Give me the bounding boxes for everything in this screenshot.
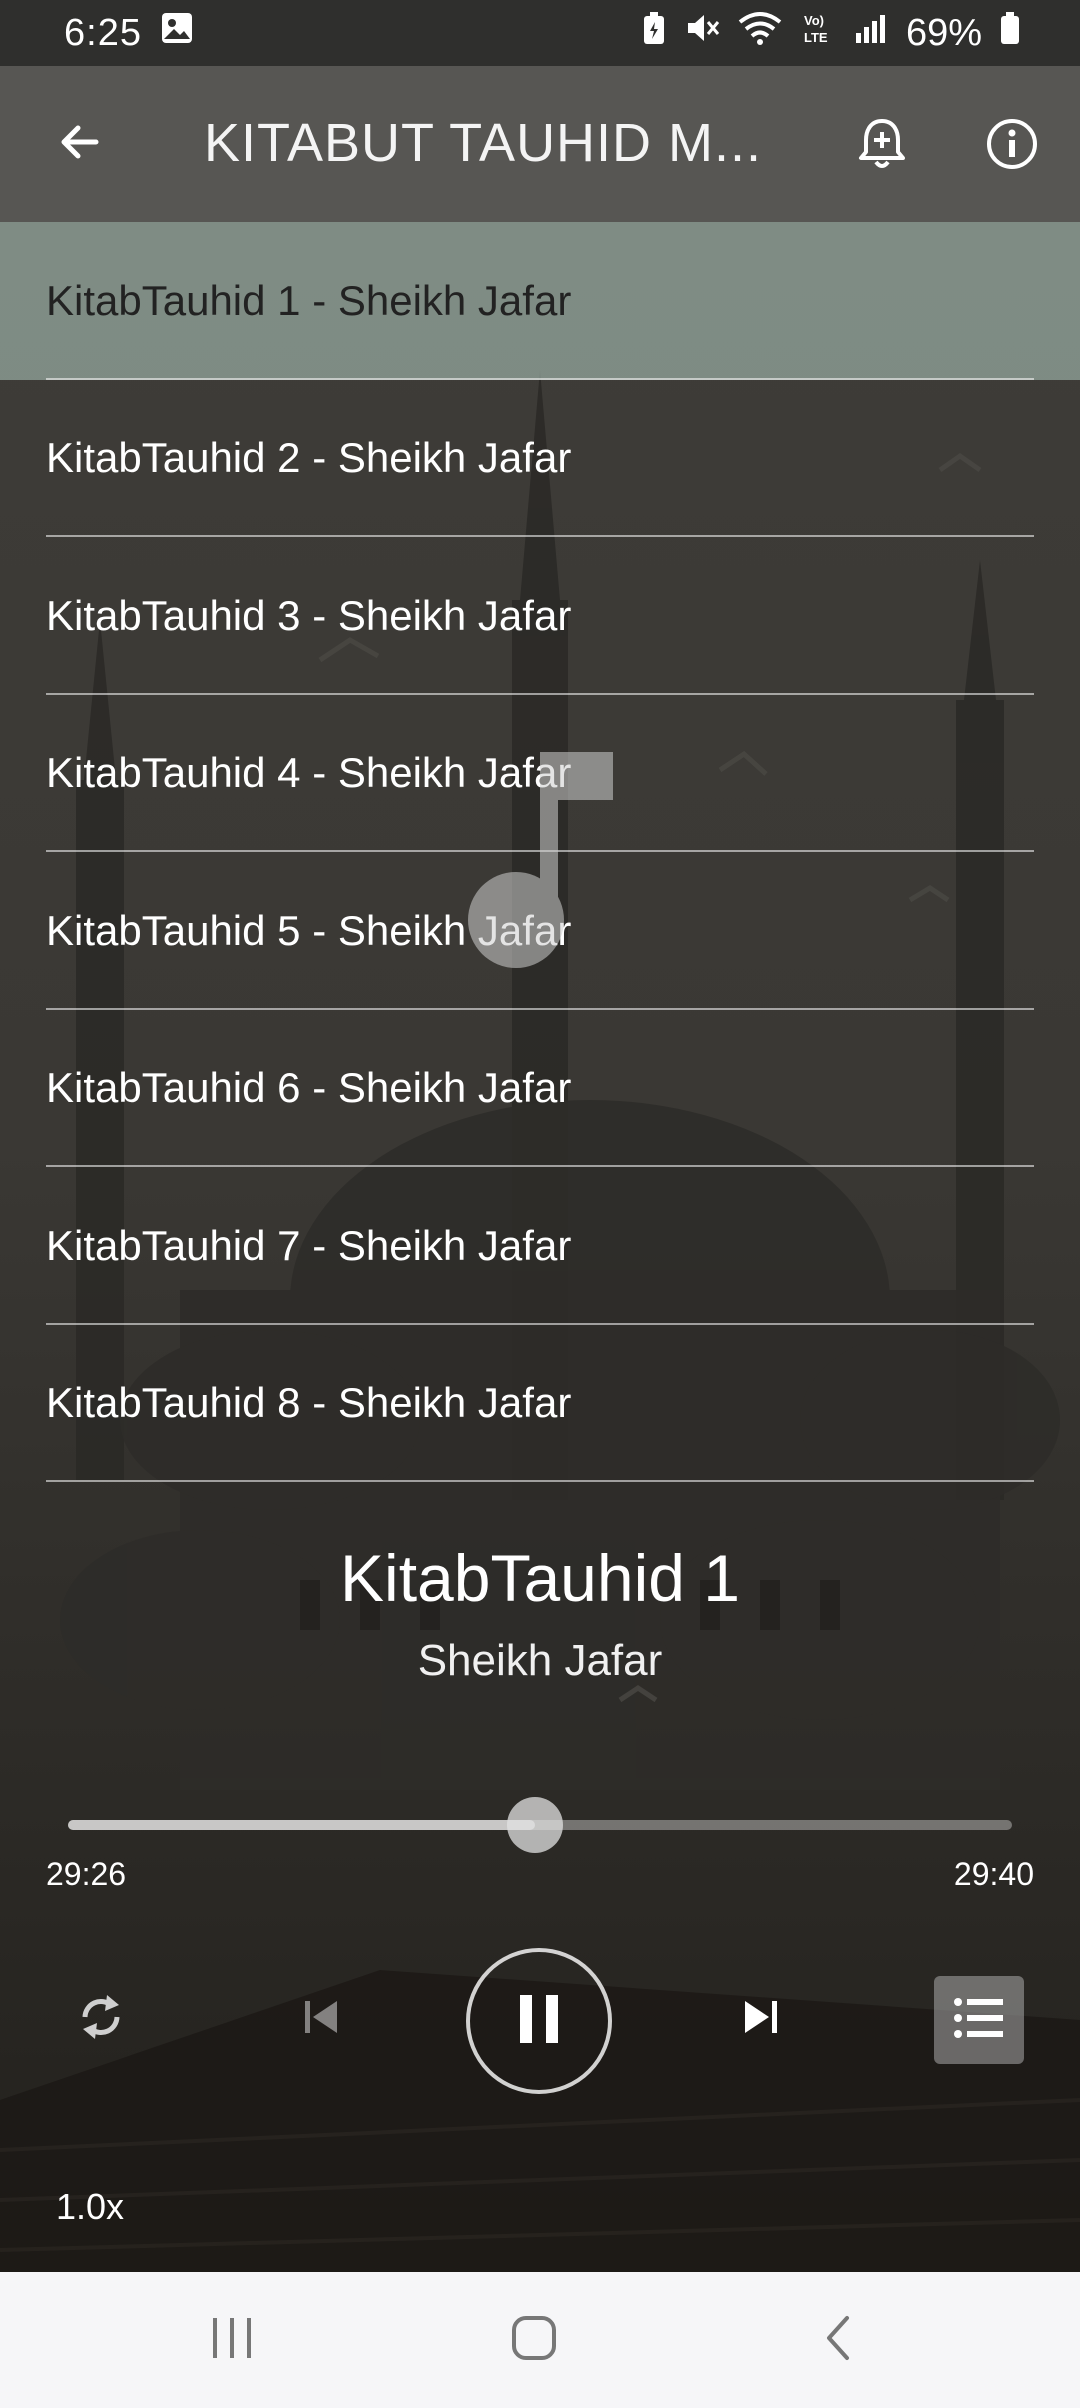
playlist-item[interactable]: KitabTauhid 7 - Sheikh Jafar [0, 1167, 1080, 1325]
nav-back-icon [823, 2314, 853, 2367]
recents-button[interactable] [192, 2310, 272, 2370]
svg-text:Vo): Vo) [804, 13, 824, 28]
repeat-icon [77, 1991, 125, 2048]
wifi-icon [738, 10, 782, 56]
playlist-item[interactable]: KitabTauhid 3 - Sheikh Jafar [0, 537, 1080, 695]
back-button[interactable] [46, 110, 114, 178]
repeat-button[interactable] [66, 1984, 136, 2054]
skip-previous-icon [301, 1997, 341, 2042]
volte-icon: Vo) LTE [800, 10, 836, 56]
battery-saver-icon [642, 10, 666, 56]
battery-percent: 69% [905, 11, 982, 54]
skip-next-icon [741, 1997, 781, 2042]
music-note-icon [468, 752, 613, 972]
pause-icon [516, 1993, 562, 2050]
home-button[interactable] [494, 2310, 574, 2370]
time-total: 29:40 [953, 1856, 1034, 1892]
app-bar: KITABUT TAUHID M... [0, 66, 1080, 222]
playlist-item[interactable]: KitabTauhid 2 - Sheikh Jafar [0, 380, 1080, 538]
battery-icon [1000, 11, 1020, 55]
playback-speed[interactable]: 1.0x [56, 2186, 124, 2228]
playlist-item-label: KitabTauhid 1 - Sheikh Jafar [46, 276, 572, 324]
playlist-button[interactable] [934, 1976, 1024, 2064]
playlist-icon [953, 1996, 1005, 2045]
status-time: 6:25 [64, 11, 142, 54]
progress-bar[interactable] [68, 1797, 1012, 1853]
back-arrow-icon [56, 118, 104, 171]
mute-icon [684, 10, 720, 56]
progress-fill [68, 1820, 536, 1830]
gallery-icon [160, 11, 194, 55]
add-alarm-icon [857, 116, 907, 177]
info-button[interactable] [976, 110, 1048, 182]
playlist-item[interactable]: KitabTauhid 6 - Sheikh Jafar [0, 1010, 1080, 1168]
previous-button[interactable] [286, 1984, 356, 2054]
playlist-item-label: KitabTauhid 7 - Sheikh Jafar [46, 1221, 572, 1269]
signal-icon [854, 11, 888, 55]
time-elapsed: 29:26 [46, 1856, 127, 1892]
recents-icon [207, 2316, 257, 2365]
playlist-item-label: KitabTauhid 6 - Sheikh Jafar [46, 1064, 572, 1112]
playlist-item[interactable]: KitabTauhid 8 - Sheikh Jafar [0, 1325, 1080, 1483]
app-title: KITABUT TAUHID M... [204, 113, 763, 173]
home-icon [510, 2314, 558, 2367]
info-icon [985, 117, 1039, 176]
playlist-item-label: KitabTauhid 3 - Sheikh Jafar [46, 591, 572, 639]
nav-back-button[interactable] [798, 2310, 878, 2370]
pause-button[interactable] [466, 1948, 612, 2094]
system-navigation-bar [0, 2272, 1080, 2408]
playlist-item-label: KitabTauhid 8 - Sheikh Jafar [46, 1379, 572, 1427]
playlist-item[interactable]: KitabTauhid 1 - Sheikh Jafar [0, 222, 1080, 380]
status-bar: 6:25 Vo) LTE 69% [0, 0, 1080, 66]
now-playing-artist: Sheikh Jafar [417, 1636, 663, 1685]
add-alarm-button[interactable] [846, 110, 918, 182]
now-playing-title: KitabTauhid 1 [340, 1541, 740, 1615]
progress-thumb[interactable] [507, 1797, 564, 1853]
svg-text:LTE: LTE [804, 30, 828, 45]
next-button[interactable] [726, 1984, 796, 2054]
playlist-item-label: KitabTauhid 2 - Sheikh Jafar [46, 434, 572, 482]
